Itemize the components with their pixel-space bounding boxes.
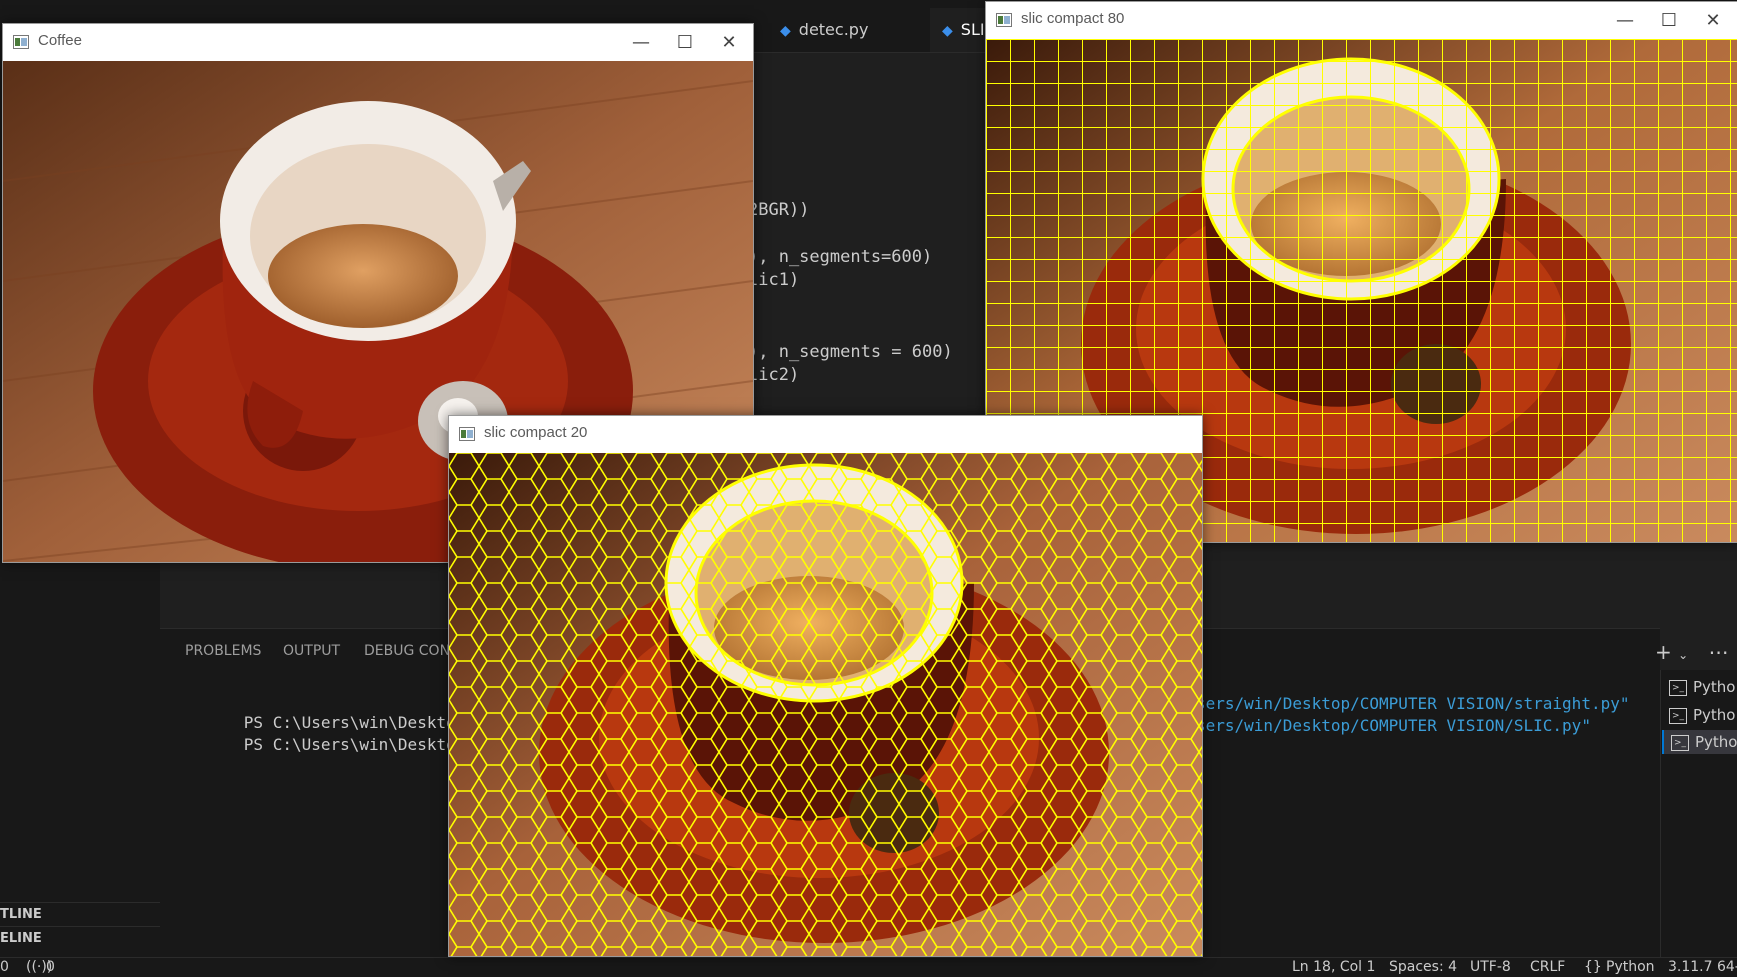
slic20-window[interactable]: slic compact 20 xyxy=(448,415,1203,957)
title-bar[interactable]: Coffee — ☐ ✕ xyxy=(3,24,753,61)
code-line: ), n_segments = 600) xyxy=(748,342,953,362)
maximize-icon[interactable]: ☐ xyxy=(665,29,705,57)
outline-section: TLINE ELINE xyxy=(0,902,160,950)
status-cursor-position[interactable]: Ln 18, Col 1 xyxy=(1292,959,1375,975)
tab-problems[interactable]: PROBLEMS xyxy=(185,643,261,659)
title-bar[interactable]: slic compact 80 — ☐ ✕ xyxy=(986,2,1737,39)
terminal-list: >_ Pytho >_ Pytho >_ Pytho xyxy=(1660,670,1737,957)
app-icon xyxy=(13,35,29,49)
terminal-icon: >_ xyxy=(1671,734,1689,751)
code-line: 2BGR)) xyxy=(748,200,810,220)
window-title: slic compact 20 xyxy=(484,424,588,441)
status-eol[interactable]: CRLF xyxy=(1530,959,1565,975)
code-line: lic2) xyxy=(748,365,800,385)
status-problems[interactable]: 0 xyxy=(0,959,9,975)
python-file-icon: ◆ xyxy=(780,23,791,39)
terminal-path: sers/win/Desktop/COMPUTER VISION/SLIC.py… xyxy=(1196,716,1591,735)
new-terminal-icon[interactable]: + xyxy=(1655,640,1672,664)
terminal-path: sers/win/Desktop/COMPUTER VISION/straigh… xyxy=(1196,694,1630,713)
panel-actions: + ⌄ ⋯ xyxy=(1655,640,1729,664)
close-icon[interactable]: ✕ xyxy=(709,29,749,57)
tab-output[interactable]: OUTPUT xyxy=(283,643,340,659)
app-icon xyxy=(996,13,1012,27)
code-line: lic1) xyxy=(748,270,800,290)
minimize-icon[interactable]: — xyxy=(1605,7,1645,35)
tab-debug-console[interactable]: DEBUG CONS xyxy=(364,643,459,659)
tab-detec[interactable]: ◆ detec.py xyxy=(780,8,868,52)
image-canvas xyxy=(449,453,1202,956)
app-icon xyxy=(459,427,475,441)
slic20-photo xyxy=(449,453,1202,956)
status-bar: 0 ((·)) 0 Ln 18, Col 1 Spaces: 4 UTF-8 C… xyxy=(0,957,1737,977)
outline-header[interactable]: TLINE xyxy=(0,902,160,926)
close-icon[interactable]: ✕ xyxy=(1693,7,1733,35)
python-file-icon: ◆ xyxy=(942,23,953,39)
terminal-item[interactable]: >_ Pytho xyxy=(1669,706,1736,724)
title-bar[interactable]: slic compact 20 xyxy=(449,416,1202,453)
status-ports[interactable]: 0 xyxy=(46,959,55,975)
minimize-icon[interactable]: — xyxy=(621,29,661,57)
status-interpreter[interactable]: 3.11.7 64-b xyxy=(1668,959,1737,975)
more-icon[interactable]: ⋯ xyxy=(1709,640,1729,664)
chevron-down-icon[interactable]: ⌄ xyxy=(1678,648,1688,662)
window-title: Coffee xyxy=(38,32,82,49)
status-indentation[interactable]: Spaces: 4 xyxy=(1389,959,1457,975)
status-language[interactable]: Python xyxy=(1606,959,1655,975)
terminal-item-active[interactable]: >_ Pytho xyxy=(1662,730,1737,754)
terminal-item[interactable]: >_ Pytho xyxy=(1669,678,1736,696)
braces-icon: {} xyxy=(1584,959,1602,975)
terminal-icon: >_ xyxy=(1669,679,1687,696)
terminal-icon: >_ xyxy=(1669,707,1687,724)
maximize-icon[interactable]: ☐ xyxy=(1649,7,1689,35)
timeline-header[interactable]: ELINE xyxy=(0,926,160,950)
code-line: ), n_segments=600) xyxy=(748,247,933,267)
status-encoding[interactable]: UTF-8 xyxy=(1470,959,1511,975)
window-title: slic compact 80 xyxy=(1021,10,1125,27)
